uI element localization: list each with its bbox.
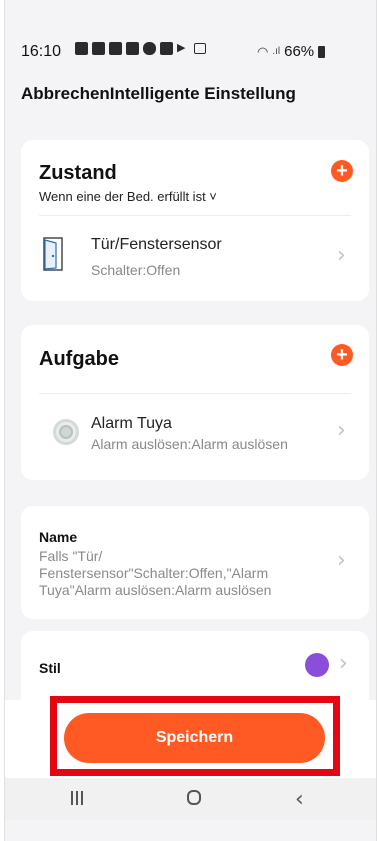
condition-item[interactable]: Tür/Fenstersensor Schalter:Offen › xyxy=(21,216,369,296)
task-item-subtitle: Alarm auslösen:Alarm auslösen xyxy=(91,436,288,452)
condition-title: Zustand xyxy=(39,162,117,184)
condition-item-title: Tür/Fenstersensor xyxy=(91,236,222,253)
home-button[interactable] xyxy=(187,790,201,805)
status-time: 16:10 xyxy=(21,43,62,60)
play-store-icon: ▶ xyxy=(177,42,186,54)
style-label: Stil xyxy=(39,660,61,676)
task-card: Aufgabe + Alarm Tuya Alarm auslösen:Alar… xyxy=(21,325,369,480)
chevron-right-icon: › xyxy=(337,418,346,443)
phone-screen: 16:10 ▶ ◠ .ıl 66% AbbrechenIntelligente … xyxy=(4,0,377,841)
status-bar: 16:10 ▶ ◠ .ıl 66% xyxy=(5,0,376,78)
screen-icon xyxy=(194,43,206,54)
chevron-right-icon: › xyxy=(337,243,346,268)
mail-icon xyxy=(92,42,105,55)
chevron-right-icon: › xyxy=(339,651,348,676)
calendar-icon xyxy=(109,42,122,55)
cloud-icon xyxy=(143,42,156,55)
gallery-icon xyxy=(126,42,139,55)
add-condition-button[interactable]: + xyxy=(331,160,353,182)
battery-percent: 66% xyxy=(284,43,315,60)
condition-item-subtitle: Schalter:Offen xyxy=(91,262,181,278)
signal-icon: .ıl xyxy=(272,46,281,57)
save-button[interactable]: Speichern xyxy=(64,713,325,763)
name-label: Name xyxy=(39,529,78,545)
app-notification-icon xyxy=(75,42,88,55)
status-right: ◠ .ıl 66% xyxy=(257,43,326,60)
name-value: Falls "Tür/ Fenstersensor"Schalter:Offen… xyxy=(39,548,272,598)
condition-mode-dropdown[interactable]: Wenn eine der Bed. erfüllt ist ˅ xyxy=(39,189,217,204)
youtube-icon xyxy=(160,42,173,55)
battery-icon xyxy=(318,45,326,58)
system-navigation-bar: ‹ xyxy=(5,778,376,820)
style-color-swatch[interactable] xyxy=(305,653,329,677)
task-title: Aufgabe xyxy=(39,348,119,370)
name-card[interactable]: Name Falls "Tür/ Fenstersensor"Schalter:… xyxy=(21,506,369,619)
condition-card: Zustand + Wenn eine der Bed. erfüllt ist… xyxy=(21,140,369,301)
wifi-icon: ◠ xyxy=(257,43,269,59)
add-task-button[interactable]: + xyxy=(331,344,353,366)
recent-apps-button[interactable] xyxy=(71,791,85,805)
chevron-right-icon: › xyxy=(337,548,346,573)
page-title[interactable]: AbbrechenIntelligente Einstellung xyxy=(21,84,296,104)
task-item-title: Alarm Tuya xyxy=(91,415,172,432)
task-item[interactable]: Alarm Tuya Alarm auslösen:Alarm auslösen… xyxy=(21,394,369,474)
back-button[interactable]: ‹ xyxy=(295,787,304,812)
alarm-device-icon xyxy=(53,419,79,445)
door-icon xyxy=(43,237,63,271)
notification-icons: ▶ xyxy=(75,42,206,55)
